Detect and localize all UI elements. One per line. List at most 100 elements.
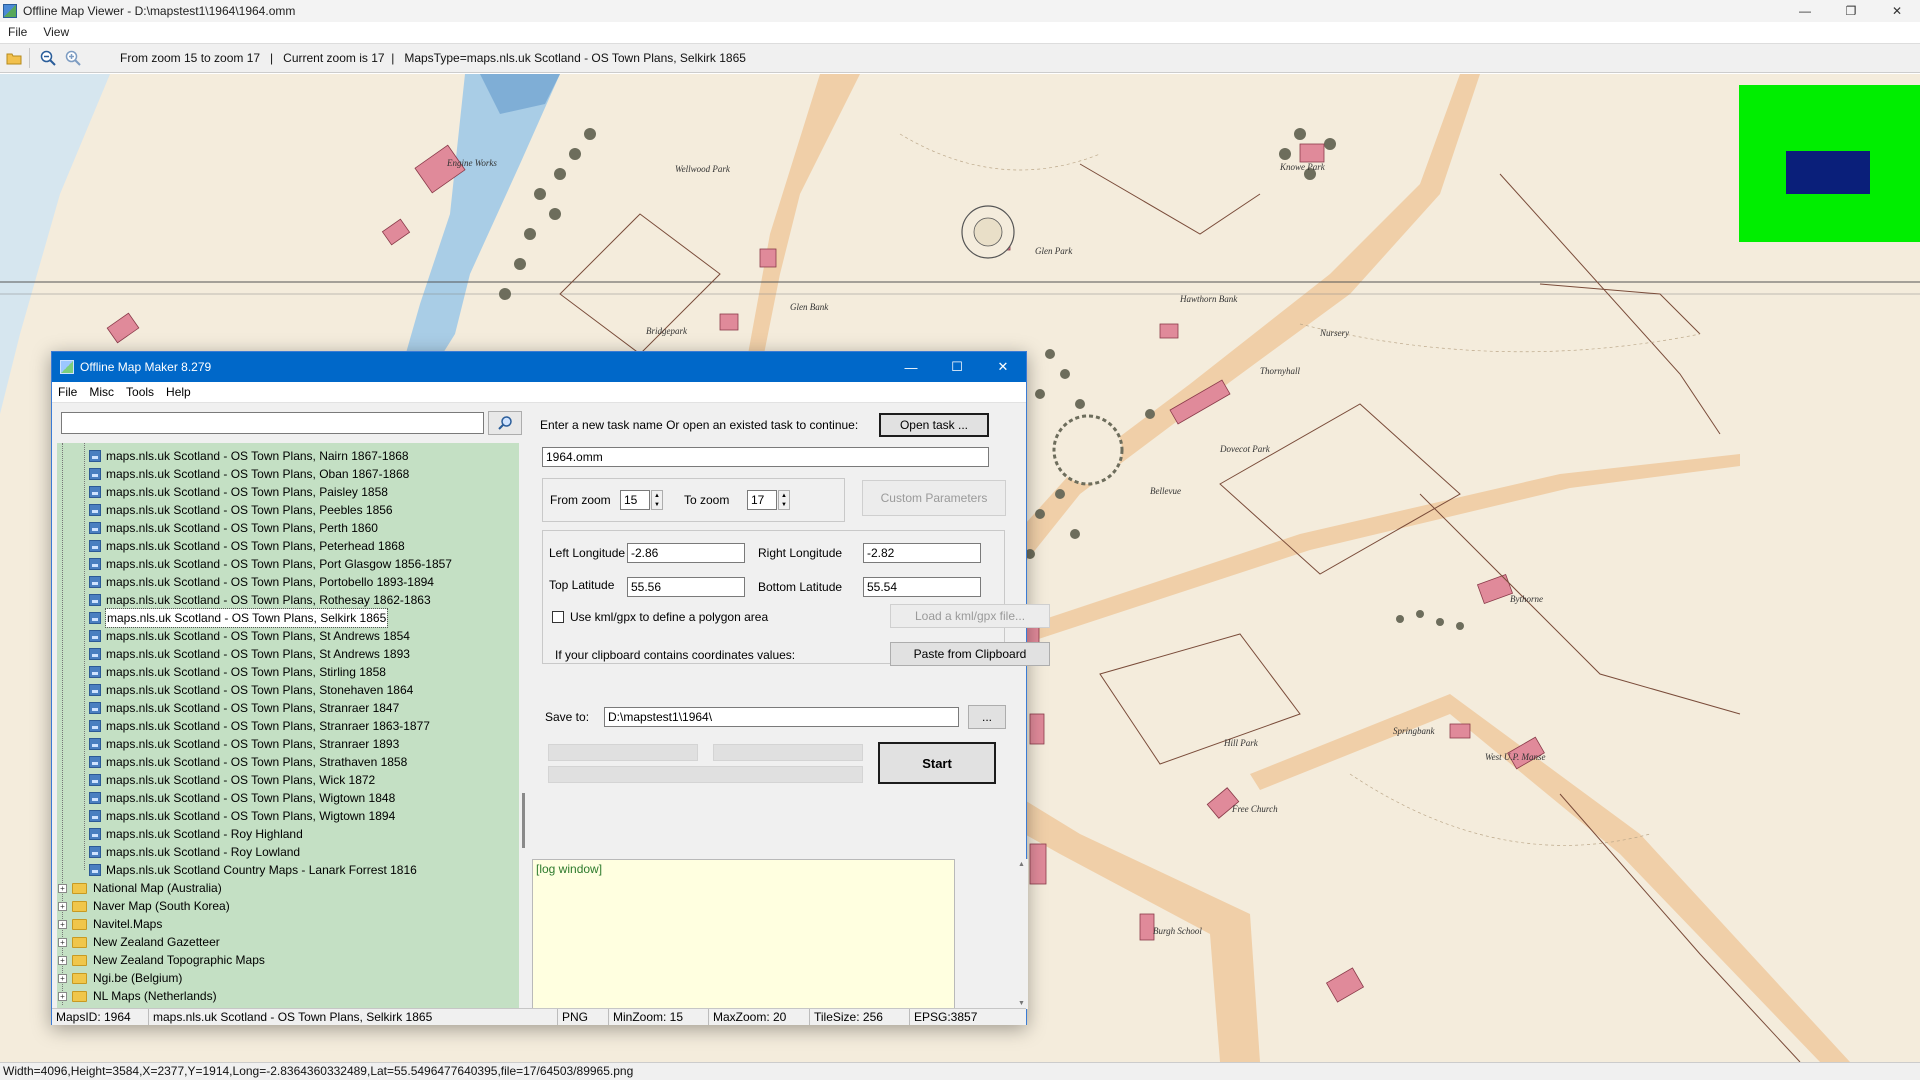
start-button[interactable]: Start	[878, 742, 996, 784]
custom-parameters-button[interactable]: Custom Parameters	[862, 480, 1006, 516]
menu-help[interactable]: Help	[160, 385, 197, 399]
close-icon[interactable]: ✕	[1874, 0, 1920, 22]
task-name-field[interactable]: 1964.omm	[542, 447, 989, 467]
tree-item-map[interactable]: maps.nls.uk Scotland - OS Town Plans, Ro…	[89, 591, 431, 609]
map-label: Thornyhall	[1260, 366, 1301, 376]
tree-item-map[interactable]: Maps.nls.uk Scotland Country Maps - Lana…	[89, 861, 417, 879]
status-min-zoom: MinZoom: 15	[609, 1009, 709, 1025]
tree-item-map[interactable]: maps.nls.uk Scotland - OS Town Plans, Se…	[89, 608, 389, 628]
tree-item-folder[interactable]: + NL Maps (Netherlands)	[58, 987, 217, 1005]
tree-item-map[interactable]: maps.nls.uk Scotland - Roy Lowland	[89, 843, 300, 861]
map-layer-icon	[89, 594, 101, 606]
scroll-up-icon[interactable]: ▲	[1018, 861, 1025, 868]
map-layer-icon	[89, 522, 101, 534]
map-label: Engine Works	[446, 158, 497, 168]
tree-item-map[interactable]: maps.nls.uk Scotland - Roy Highland	[89, 825, 303, 843]
tree-item-folder[interactable]: + Ngi.be (Belgium)	[58, 969, 182, 987]
tree-item-map[interactable]: maps.nls.uk Scotland - OS Town Plans, St…	[89, 627, 410, 645]
minimap[interactable]	[1739, 85, 1920, 242]
tree-item-map[interactable]: maps.nls.uk Scotland - OS Town Plans, Ob…	[89, 465, 409, 483]
tree-item-map[interactable]: maps.nls.uk Scotland - OS Town Plans, St…	[89, 753, 407, 771]
expand-icon[interactable]: +	[58, 973, 67, 983]
tree-item-map[interactable]: maps.nls.uk Scotland - OS Town Plans, St…	[89, 717, 430, 735]
minimap-viewport[interactable]	[1786, 151, 1870, 194]
use-kml-checkbox[interactable]	[552, 611, 564, 623]
menu-file[interactable]: File	[52, 385, 83, 399]
tree-scrollbar[interactable]	[520, 443, 528, 1009]
tree-item-folder[interactable]: + New Zealand Topographic Maps	[58, 951, 265, 969]
minimize-icon[interactable]: —	[888, 352, 934, 382]
tree-item-label: maps.nls.uk Scotland - OS Town Plans, St…	[106, 701, 400, 715]
expand-icon[interactable]: +	[58, 901, 67, 911]
from-zoom-spinner[interactable]: ▲ ▼	[651, 490, 663, 510]
tree-item-map[interactable]: maps.nls.uk Scotland - OS Town Plans, Wi…	[89, 789, 395, 807]
expand-icon[interactable]: +	[58, 937, 67, 947]
tree-item-map[interactable]: maps.nls.uk Scotland - OS Town Plans, Pe…	[89, 519, 378, 537]
tree-item-map[interactable]: maps.nls.uk Scotland - OS Town Plans, Wi…	[89, 807, 395, 825]
maximize-icon[interactable]: ☐	[934, 352, 980, 382]
tree-item-map[interactable]: maps.nls.uk Scotland - OS Town Plans, Po…	[89, 573, 434, 591]
task-settings-pane: Enter a new task name Or open an existed…	[532, 404, 1050, 1010]
maps-tree[interactable]: maps.nls.uk Scotland - OS Town Plans, Na…	[57, 443, 519, 1009]
tree-item-map[interactable]: maps.nls.uk Scotland - OS Town Plans, Pa…	[89, 483, 388, 501]
tree-item-map[interactable]: maps.nls.uk Scotland - OS Town Plans, St…	[89, 681, 413, 699]
tree-item-map[interactable]: maps.nls.uk Scotland - OS Town Plans, St…	[89, 735, 399, 753]
tree-item-folder[interactable]: + Navitel.Maps	[58, 915, 162, 933]
right-longitude-field[interactable]: -2.82	[863, 543, 981, 563]
folder-icon	[72, 954, 87, 966]
search-input[interactable]	[61, 412, 484, 434]
close-icon[interactable]: ✕	[980, 352, 1026, 382]
minimize-icon[interactable]: —	[1782, 0, 1828, 22]
log-scrollbar[interactable]: ▲ ▼	[1016, 859, 1028, 1009]
tree-item-map[interactable]: maps.nls.uk Scotland - OS Town Plans, Na…	[89, 447, 409, 465]
menu-tools[interactable]: Tools	[120, 385, 160, 399]
tree-item-label: maps.nls.uk Scotland - OS Town Plans, Pe…	[106, 521, 378, 535]
map-layer-icon	[89, 450, 101, 462]
left-longitude-field[interactable]: -2.86	[627, 543, 745, 563]
open-folder-icon[interactable]	[3, 47, 25, 69]
save-to-field[interactable]: D:\mapstest1\1964\	[604, 707, 959, 727]
browse-button[interactable]: ...	[968, 705, 1006, 729]
expand-icon[interactable]: +	[58, 955, 67, 965]
tree-folder-label: Navitel.Maps	[93, 917, 163, 931]
tree-item-map[interactable]: maps.nls.uk Scotland - OS Town Plans, St…	[89, 699, 399, 717]
expand-icon[interactable]: +	[58, 883, 67, 893]
menu-misc[interactable]: Misc	[83, 385, 120, 399]
tree-item-map[interactable]: maps.nls.uk Scotland - OS Town Plans, St…	[89, 645, 410, 663]
tree-item-map[interactable]: maps.nls.uk Scotland - OS Town Plans, Po…	[89, 555, 452, 573]
tree-item-map[interactable]: maps.nls.uk Scotland - OS Town Plans, Wi…	[89, 771, 375, 789]
folder-icon	[72, 936, 87, 948]
search-button[interactable]	[488, 411, 522, 435]
bottom-latitude-field[interactable]: 55.54	[863, 577, 981, 597]
tree-item-folder[interactable]: + New Zealand Gazetteer	[58, 933, 220, 951]
scrollbar-thumb[interactable]	[522, 793, 525, 848]
menu-view[interactable]: View	[35, 25, 77, 39]
to-zoom-spinner[interactable]: ▲ ▼	[778, 490, 790, 510]
restore-icon[interactable]: ❐	[1828, 0, 1874, 22]
map-layer-icon	[89, 558, 101, 570]
viewer-status-bar: Width=4096,Height=3584,X=2377,Y=1914,Lon…	[0, 1062, 1920, 1080]
tree-item-map[interactable]: maps.nls.uk Scotland - OS Town Plans, Pe…	[89, 537, 405, 555]
load-kml-button[interactable]: Load a kml/gpx file...	[890, 604, 1050, 628]
map-label: Hawthorn Bank	[1179, 294, 1238, 304]
tree-item-map[interactable]: maps.nls.uk Scotland - OS Town Plans, St…	[89, 663, 386, 681]
menu-file[interactable]: File	[0, 25, 35, 39]
to-zoom-label: To zoom	[684, 493, 730, 507]
expand-icon[interactable]: +	[58, 919, 67, 929]
from-zoom-field[interactable]: 15	[620, 490, 650, 510]
tree-item-folder[interactable]: + National Map (Australia)	[58, 879, 222, 897]
scroll-down-icon[interactable]: ▼	[1018, 1000, 1025, 1007]
map-layer-icon	[89, 684, 101, 696]
zoom-in-icon[interactable]	[62, 47, 84, 69]
tree-item-label: maps.nls.uk Scotland - OS Town Plans, Na…	[106, 449, 409, 463]
expand-icon[interactable]: +	[58, 991, 67, 1001]
tree-item-map[interactable]: maps.nls.uk Scotland - OS Town Plans, Pe…	[89, 501, 393, 519]
paste-from-clipboard-button[interactable]: Paste from Clipboard	[890, 642, 1050, 666]
open-task-button[interactable]: Open task ...	[879, 413, 989, 437]
to-zoom-field[interactable]: 17	[747, 490, 777, 510]
top-latitude-field[interactable]: 55.56	[627, 577, 745, 597]
zoom-out-icon[interactable]	[37, 47, 59, 69]
tree-item-folder[interactable]: + Naver Map (South Korea)	[58, 897, 230, 915]
log-window[interactable]: [log window]	[532, 859, 955, 1009]
map-label: Glen Bank	[790, 302, 829, 312]
